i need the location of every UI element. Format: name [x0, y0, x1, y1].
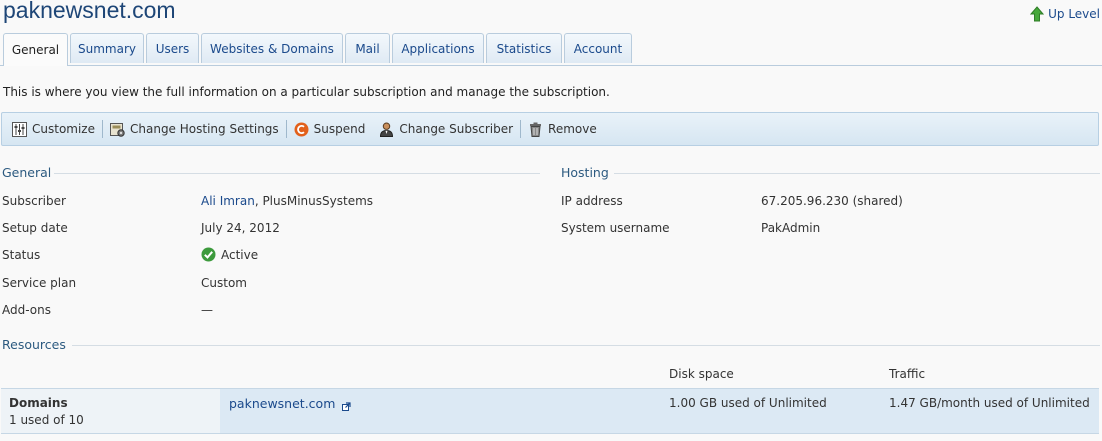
change-hosting-settings-label: Change Hosting Settings	[130, 122, 279, 136]
resource-name: Domains	[9, 396, 68, 410]
subscriber-label: Subscriber	[2, 194, 66, 208]
hosting-section-title: Hosting	[561, 165, 609, 180]
external-link-icon[interactable]	[342, 400, 351, 411]
tab-summary[interactable]: Summary	[70, 33, 144, 63]
customize-label: Customize	[32, 122, 95, 136]
section-rule	[54, 173, 540, 174]
ip-address-value: 67.205.96.230 (shared)	[761, 194, 903, 208]
tab-general[interactable]: General	[3, 33, 68, 66]
service-plan-label: Service plan	[2, 276, 77, 290]
tab-applications[interactable]: Applications	[392, 33, 484, 63]
status-value: Active	[201, 247, 258, 262]
change-subscriber-label: Change Subscriber	[399, 122, 514, 136]
status-text: Active	[221, 247, 259, 262]
domain-cell: paknewsnet.com	[229, 396, 351, 411]
section-rule	[72, 345, 1100, 346]
up-level-link[interactable]: Up Level	[1030, 6, 1100, 22]
change-subscriber-button[interactable]: Change Subscriber	[372, 118, 520, 140]
trash-icon	[528, 122, 543, 137]
tab-account[interactable]: Account	[564, 33, 632, 63]
subscriber-company: , PlusMinusSystems	[254, 194, 374, 208]
setup-date-label: Setup date	[2, 221, 68, 235]
service-plan-value: Custom	[201, 276, 247, 290]
check-circle-icon	[201, 247, 216, 262]
table-row: Domains 1 used of 10 paknewsnet.com 1.00…	[1, 388, 1099, 434]
system-username-label: System username	[561, 221, 670, 235]
suspend-label: Suspend	[313, 122, 366, 136]
disk-usage-value: 1.00 GB used of Unlimited	[669, 396, 827, 410]
up-level-label: Up Level	[1048, 7, 1100, 21]
status-label: Status	[2, 248, 41, 262]
remove-label: Remove	[548, 122, 597, 136]
user-icon	[379, 121, 394, 137]
addons-value: —	[201, 303, 213, 317]
page-title: paknewsnet.com	[3, 0, 176, 23]
tab-bar: General Summary Users Websites & Domains…	[0, 33, 1102, 66]
domain-link[interactable]: paknewsnet.com	[229, 396, 335, 411]
disk-space-column-header: Disk space	[669, 367, 734, 381]
general-section-title: General	[2, 165, 52, 180]
customize-button[interactable]: Customize	[2, 118, 102, 140]
sliders-icon	[12, 121, 27, 137]
subscriber-link[interactable]: Ali Imran	[201, 194, 255, 208]
resource-usage: 1 used of 10	[9, 413, 84, 427]
change-hosting-settings-button[interactable]: Change Hosting Settings	[103, 118, 286, 140]
section-rule	[614, 173, 1100, 174]
traffic-column-header: Traffic	[889, 367, 926, 381]
traffic-usage-value: 1.47 GB/month used of Unlimited	[889, 396, 1090, 410]
addons-label: Add-ons	[2, 303, 51, 317]
suspend-button[interactable]: Suspend	[287, 118, 373, 140]
subscriber-value: Ali Imran , PlusMinusSystems	[201, 194, 373, 208]
tab-mail[interactable]: Mail	[345, 33, 390, 63]
tab-users[interactable]: Users	[146, 33, 199, 63]
arrow-up-icon	[1030, 6, 1045, 22]
suspend-icon	[294, 122, 309, 137]
system-username-value: PakAdmin	[761, 221, 821, 235]
ip-address-label: IP address	[561, 194, 623, 208]
tab-statistics[interactable]: Statistics	[486, 33, 562, 63]
resources-section-title: Resources	[2, 337, 66, 352]
intro-text: This is where you view the full informat…	[3, 85, 610, 99]
tab-websites-domains[interactable]: Websites & Domains	[201, 33, 343, 63]
setup-date-value: July 24, 2012	[201, 221, 280, 235]
toolbar: Customize Change Hosting Settings Suspen…	[1, 112, 1099, 146]
remove-button[interactable]: Remove	[521, 118, 604, 140]
hosting-settings-icon	[110, 122, 125, 137]
